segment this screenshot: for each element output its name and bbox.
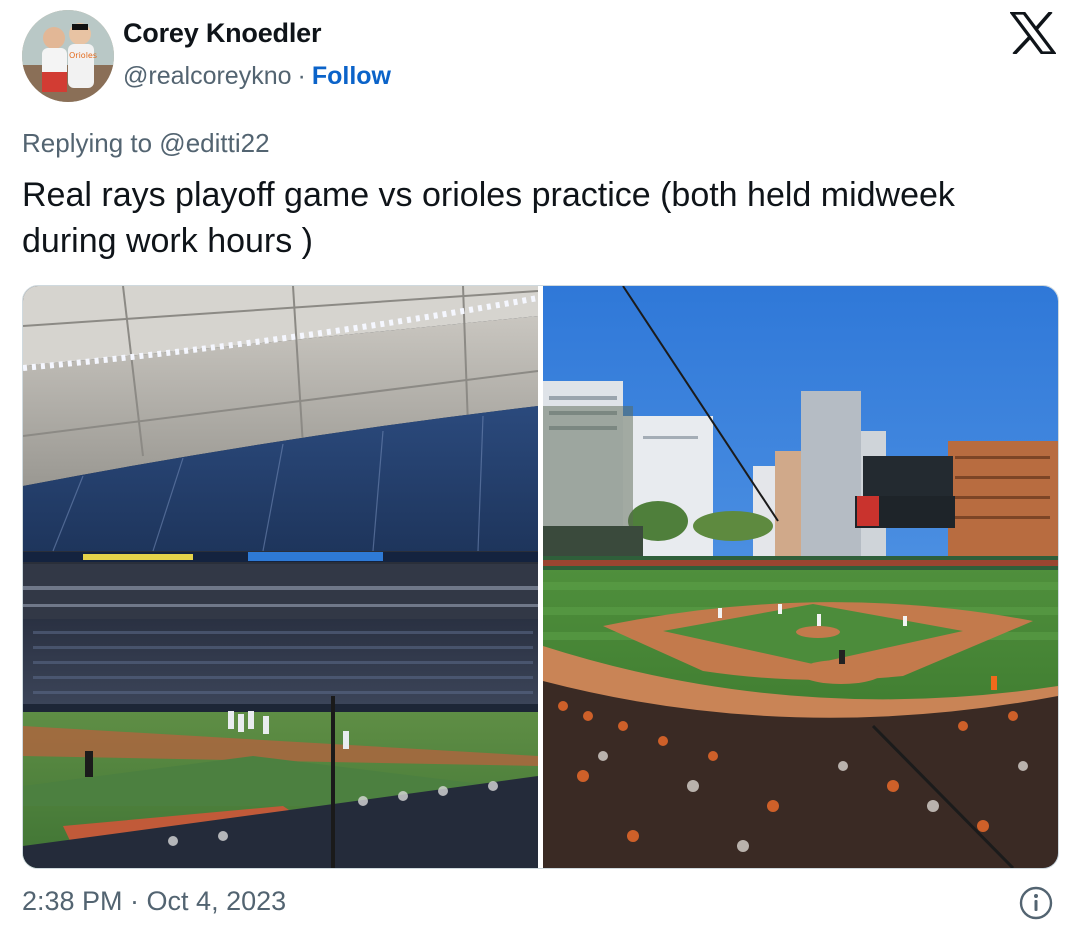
- info-icon[interactable]: [1019, 886, 1053, 920]
- avatar[interactable]: Orioles: [22, 10, 114, 102]
- photo-rays-dome[interactable]: [23, 286, 538, 868]
- separator: ·: [297, 62, 306, 90]
- author-name[interactable]: Corey Knoedler: [123, 18, 321, 49]
- avatar-photo: Orioles: [22, 10, 114, 102]
- author-handle[interactable]: @realcoreykno: [123, 62, 292, 90]
- timestamp[interactable]: 2:38 PM · Oct 4, 2023: [22, 886, 286, 917]
- media-grid: [22, 285, 1059, 869]
- svg-text:Orioles: Orioles: [69, 51, 97, 60]
- x-logo-icon[interactable]: [1010, 12, 1056, 54]
- reply-context[interactable]: Replying to @editti22: [22, 128, 270, 159]
- tweet-card: Orioles Corey Knoedler @realcoreykno · Fol…: [0, 0, 1084, 940]
- handle-row: @realcoreykno · Follow: [123, 62, 391, 91]
- photo-orioles-park[interactable]: [543, 286, 1058, 868]
- tweet-text: Real rays playoff game vs orioles practi…: [22, 176, 955, 260]
- follow-button[interactable]: Follow: [312, 62, 391, 90]
